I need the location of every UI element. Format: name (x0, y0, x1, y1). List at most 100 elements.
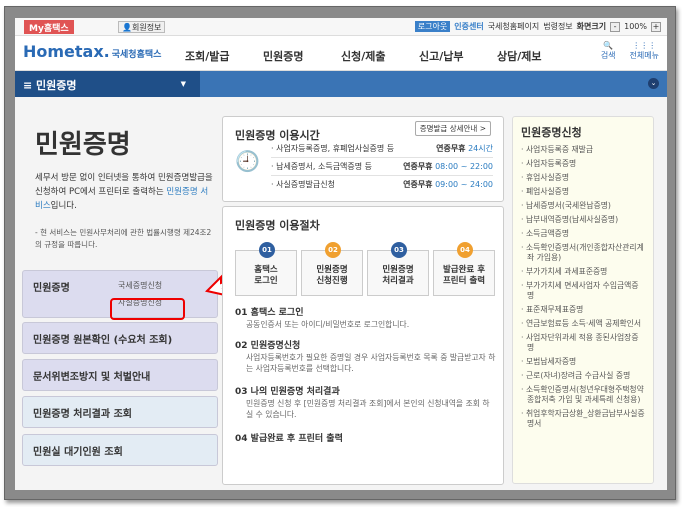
hours-time: 연중무휴 08:00 ~ 22:00 (403, 161, 493, 172)
apply-item-link[interactable]: · 부가가치세 과세표준증명 (521, 267, 645, 277)
all-menu-button[interactable]: ⋮⋮⋮ 전체메뉴 (630, 41, 659, 61)
apply-item-label: 사업자단위과세 적용 종된사업장증명 (525, 333, 639, 352)
menu-original-check[interactable]: 민원증명 원본확인 (수요처 조회) (22, 322, 218, 354)
hours-value: 24시간 (468, 144, 493, 153)
apply-item-label: 부가가치세 면세사업자 수입금액증명 (525, 281, 639, 300)
menu-forgery-prevention[interactable]: 문서위변조방지 및 처벌안내 (22, 359, 218, 391)
hours-title: 민원증명 이용시간 (235, 129, 320, 142)
caret-down-icon: ▼ (180, 80, 186, 88)
hours-item: · 납세증명서, 소득금액증명 등 (271, 162, 373, 171)
legal-note: - 현 서비스는 민원사무처리에 관한 법률시행령 제24조2의 규정을 따릅니… (35, 228, 212, 249)
sub-nav: ≡ 민원증명 ▼ ⌄ (15, 71, 667, 97)
apply-item-label: 소득금액증명 (525, 229, 570, 238)
step-label-1: 홈택스 (254, 265, 278, 275)
step-label-2: 신청진행 (316, 276, 348, 286)
detail-guide-button[interactable]: 증명발급 상세안내 > (414, 121, 491, 136)
cert-center-link[interactable]: 인증센터 (454, 21, 483, 32)
member-info-button[interactable]: 👤회원정보 (118, 21, 166, 33)
menu-report-pay[interactable]: 신고/납부 (419, 48, 497, 64)
apply-item-label: 표준재무제표증명 (525, 305, 584, 314)
page-title: 민원증명 (35, 130, 131, 160)
zoom-in-button[interactable]: + (651, 21, 661, 32)
waiting-label: 민원실 대기인원 조회 (33, 446, 123, 458)
page-description: 세무서 방문 없이 인터넷을 통하여 민원증명발급을 신청하여 PC에서 프린터… (35, 171, 215, 213)
step-box: 01 홈택스 로그인 (235, 242, 297, 296)
menu-application[interactable]: 신청/제출 (341, 48, 419, 64)
apply-item-label: 납부내역증명(납세사실증명) (525, 215, 619, 224)
result-inquiry-label: 민원증명 처리결과 조회 (33, 408, 132, 420)
apply-item-link[interactable]: · 취업후학자금상환_상환금납부사실증명서 (521, 409, 645, 429)
menu-consult[interactable]: 상담/제보 (497, 48, 575, 64)
hours-value: 08:00 ~ 22:00 (435, 162, 493, 171)
apply-item-link[interactable]: · 소득확인증명서(청년우대형주택청약종합저축 가입 및 과세특례 신청용) (521, 385, 645, 405)
my-hometax-button[interactable]: My홈택스 (24, 20, 74, 34)
apply-item-label: 사업자등록증 재발급 (525, 145, 594, 154)
apply-item-link[interactable]: · 소득확인증명서(개인종합자산관리계좌 가입용) (521, 243, 645, 263)
step-label-1: 민원증명 (316, 265, 348, 275)
step-heading: 01 홈택스 로그인 (235, 308, 304, 318)
apply-item-label: 소득확인증명서(개인종합자산관리계좌 가입용) (525, 243, 644, 262)
apply-item-link[interactable]: · 모범납세자증명 (521, 357, 645, 367)
browser-screen: My홈택스 👤회원정보 로그아웃 인증센터 국세청홈페이지 법령정보 화면크기 … (15, 18, 667, 490)
clock-calendar-icon: 🕘 (235, 149, 260, 173)
apply-item-link[interactable]: · 소득금액증명 (521, 229, 645, 239)
zoom-label: 화면크기 (576, 22, 607, 31)
step-description: 민원증명 신청 후 [민원증명 처리결과 조회]에서 본인의 신청내역을 조회 … (246, 399, 490, 419)
apply-item-label: 폐업사실증명 (525, 187, 570, 196)
apply-item-link[interactable]: · 근로(자녀)장려금 수급사실 증명 (521, 371, 645, 381)
logo-text: Hometax. (23, 42, 110, 61)
hours-time: 연중무휴 24시간 (436, 143, 493, 154)
apply-item-link[interactable]: · 부가가치세 면세사업자 수입금액증명 (521, 281, 645, 301)
original-check-label: 민원증명 원본확인 (수요처 조회) (33, 334, 173, 346)
apply-item-link[interactable]: · 납세증명서(국세완납증명) (521, 201, 645, 211)
national-tax-cert-link[interactable]: 국세증명신청 (118, 280, 162, 291)
apply-item-label: 취업후학자금상환_상환금납부사실증명서 (525, 409, 645, 428)
zoom-value: 100% (624, 22, 647, 31)
nts-homepage-link[interactable]: 국세청홈페이지 (488, 21, 540, 32)
nav-current-dropdown[interactable]: ≡ 민원증명 ▼ (15, 71, 200, 97)
hours-value: 09:00 ~ 24:00 (435, 180, 493, 189)
logo-subtitle: 국세청홈택스 (111, 50, 162, 60)
menu-waiting-inquiry[interactable]: 민원실 대기인원 조회 (22, 434, 218, 466)
apply-item-link[interactable]: · 폐업사실증명 (521, 187, 645, 197)
hometax-logo[interactable]: Hometax. 국세청홈택스 (23, 42, 161, 61)
step-number: 03 (391, 242, 407, 258)
step-box: 03 민원증명 처리결과 (367, 242, 429, 296)
step-label-2: 처리결과 (382, 276, 414, 286)
step-heading: 02 민원증명신청 (235, 341, 301, 351)
apply-item-link[interactable]: · 사업자등록증 재발급 (521, 145, 645, 155)
apply-item-link[interactable]: · 납부내역증명(납세사실증명) (521, 215, 645, 225)
hours-time: 연중무휴 09:00 ~ 24:00 (403, 179, 493, 190)
zoom-out-button[interactable]: - (610, 21, 621, 32)
step-description: 사업자등록번호가 필요한 증명일 경우 사업자등록번호 목록 중 발급받고자 하… (246, 353, 496, 373)
step-label-2: 프린터 출력 (442, 276, 486, 286)
chevron-down-icon[interactable]: ⌄ (648, 78, 659, 89)
apply-item-label: 납세증명서(국세완납증명) (525, 201, 611, 210)
hours-label: 연중무휴 (403, 180, 433, 189)
apply-item-link[interactable]: · 사업자단위과세 적용 종된사업장증명 (521, 333, 645, 353)
menu-result-inquiry[interactable]: 민원증명 처리결과 조회 (22, 396, 218, 428)
apply-item-link[interactable]: · 연금보험료등 소득·세액 공제확인서 (521, 319, 645, 329)
step-number: 01 (259, 242, 275, 258)
hours-row: · 사업자등록증명, 휴폐업사실증명 등 연중무휴 24시간 (271, 143, 493, 158)
step-label-1: 발급완료 후 (442, 265, 486, 275)
apply-item-link[interactable]: · 사업자등록증명 (521, 159, 645, 169)
apply-item-link[interactable]: · 표준재무제표증명 (521, 305, 645, 315)
step-heading: 04 발급완료 후 프린터 출력 (235, 434, 343, 444)
procedure-title: 민원증명 이용절차 (235, 219, 320, 232)
apply-item-link[interactable]: · 휴업사실증명 (521, 173, 645, 183)
step-box: 04 발급완료 후 프린터 출력 (433, 242, 495, 296)
step-description: 공동인증서 또는 아이디/비밀번호로 로그인합니다. (246, 320, 410, 329)
step-number: 04 (457, 242, 473, 258)
law-info-link[interactable]: 법령정보 (543, 21, 572, 32)
left-intro: 민원증명 세무서 방문 없이 인터넷을 통하여 민원증명발급을 신청하여 PC에… (22, 116, 218, 251)
search-button[interactable]: 🔍 검색 (601, 41, 616, 61)
member-info-label: 회원정보 (131, 23, 162, 32)
hours-item: · 사업자등록증명, 휴폐업사실증명 등 (271, 144, 395, 153)
menu-inquiry[interactable]: 조회/발급 (185, 48, 263, 64)
apply-title: 민원증명신청 (521, 126, 582, 139)
menu-certificate[interactable]: 민원증명 (263, 48, 341, 64)
hours-row: · 납세증명서, 소득금액증명 등 연중무휴 08:00 ~ 22:00 (271, 161, 493, 176)
logout-button[interactable]: 로그아웃 (414, 21, 451, 32)
step-number: 02 (325, 242, 341, 258)
